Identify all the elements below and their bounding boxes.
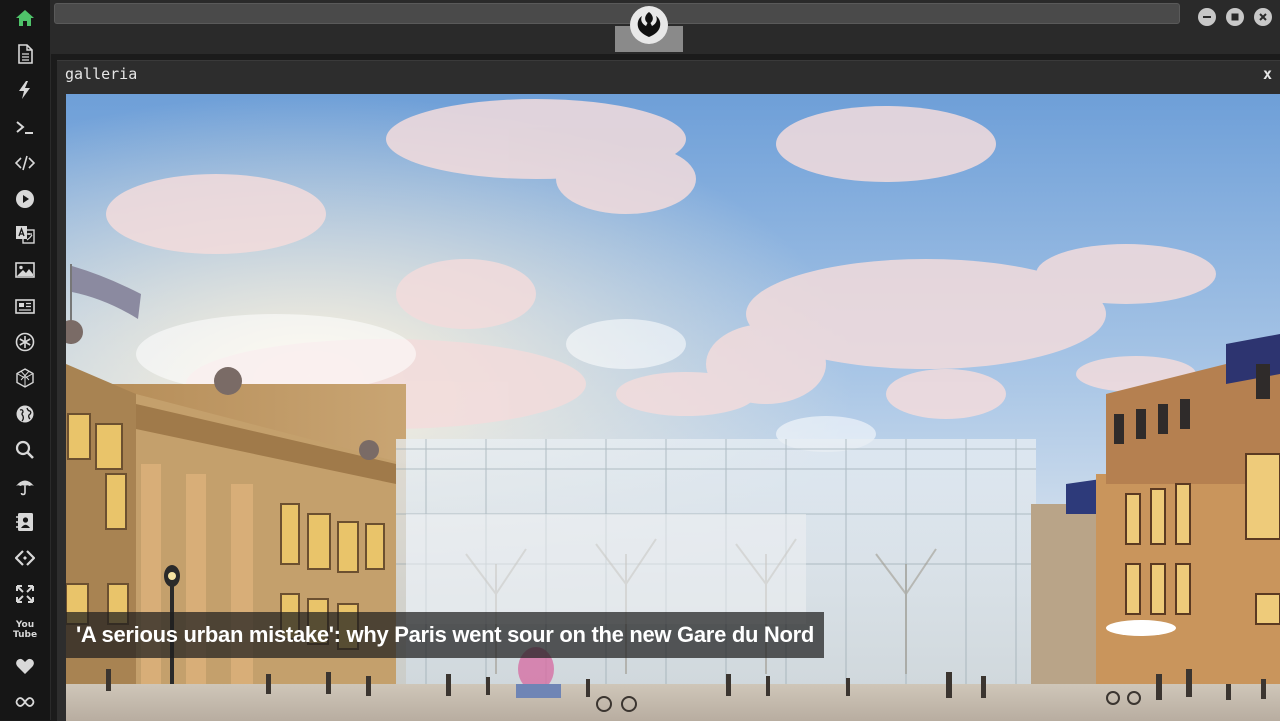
youtube-icon-text: You Tube (12, 620, 38, 640)
globe-icon[interactable] (13, 402, 37, 426)
document-icon[interactable] (13, 42, 37, 66)
play-icon[interactable] (13, 187, 37, 211)
address-bar[interactable] (54, 3, 1180, 24)
search-icon[interactable] (13, 438, 37, 462)
galleria-panel: galleria x 'A serious urban mistake': wh… (57, 60, 1280, 721)
maximize-icon[interactable] (1226, 8, 1244, 26)
heart-icon[interactable] (13, 654, 37, 678)
panel-close-button[interactable]: x (1263, 65, 1272, 83)
newspaper-icon[interactable] (13, 294, 37, 318)
code-icon[interactable] (13, 151, 37, 175)
sidebar: You Tube (0, 0, 51, 720)
gallery-caption: 'A serious urban mistake': why Paris wen… (66, 612, 825, 658)
terminal-icon[interactable] (13, 115, 37, 139)
translate-icon[interactable] (13, 222, 37, 246)
youtube-icon[interactable]: You Tube (13, 618, 37, 642)
embed-icon[interactable] (13, 546, 37, 570)
minimize-icon[interactable] (1198, 8, 1216, 26)
home-icon[interactable] (13, 6, 37, 30)
close-icon[interactable] (1254, 8, 1272, 26)
image-icon[interactable] (13, 258, 37, 282)
asterisk-icon[interactable] (13, 330, 37, 354)
panel-title: galleria (65, 65, 138, 83)
top-bar (51, 0, 1280, 54)
lightning-icon[interactable] (13, 78, 37, 102)
infinity-icon[interactable] (13, 690, 37, 714)
fullscreen-icon[interactable] (13, 582, 37, 606)
rebel-alliance-icon[interactable] (630, 6, 668, 44)
umbrella-icon[interactable] (13, 474, 37, 498)
cube-icon[interactable] (13, 366, 37, 390)
contact-card-icon[interactable] (13, 510, 37, 534)
